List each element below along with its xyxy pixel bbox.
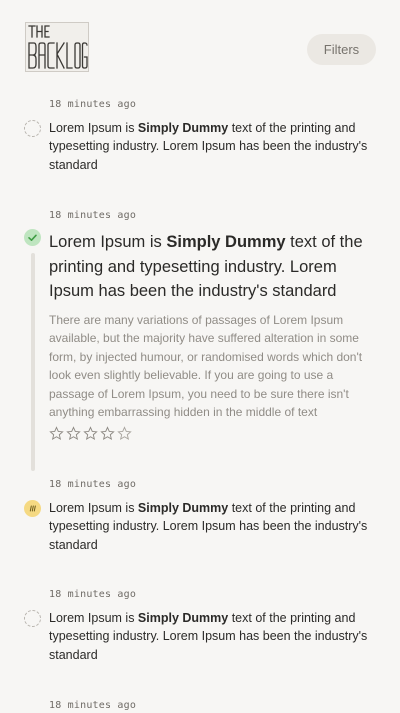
timestamp: 18 minutes ago	[49, 478, 137, 490]
star-outline-icon[interactable]	[66, 425, 81, 441]
progress-circle-icon[interactable]	[24, 499, 41, 517]
star-outline-icon[interactable]	[49, 425, 64, 441]
title-text: Lorem Ipsum is	[49, 121, 138, 135]
check-icon	[28, 234, 37, 242]
app-logo[interactable]	[25, 22, 89, 72]
timestamp: 18 minutes ago	[49, 210, 137, 222]
item-title: Lorem Ipsum is Simply Dummy text of the …	[49, 609, 376, 664]
detail-rail	[31, 253, 35, 472]
dashed-circle-icon[interactable]	[24, 120, 41, 137]
feed-item-expanded[interactable]: 18 minutes ago Lorem Ipsum is Simply Dum…	[0, 209, 400, 472]
progress-icon	[29, 505, 36, 512]
title-emphasis: Simply Dummy	[166, 233, 286, 252]
feed-item[interactable]: 18 minutes ago Lorem Ipsum is Simply Dum…	[0, 588, 400, 664]
title-emphasis: Simply Dummy	[137, 121, 229, 135]
filters-button[interactable]: Filters	[307, 34, 376, 65]
dashed-circle-icon[interactable]	[24, 609, 41, 627]
item-title: Lorem Ipsum is Simply Dummy text of the …	[49, 230, 376, 304]
title-text: Lorem Ipsum is	[49, 610, 138, 625]
title-text: Lorem Ipsum is	[49, 233, 167, 252]
logo-mark	[28, 25, 88, 69]
title-emphasis: Simply Dummy	[137, 610, 229, 625]
title-text: Lorem Ipsum is	[49, 500, 138, 515]
timestamp: 18 minutes ago	[49, 588, 137, 600]
item-title: Lorem Ipsum is Simply Dummy text of the …	[49, 119, 376, 174]
app-header: Filters	[0, 0, 400, 90]
timestamp: 18 minutes ago	[49, 99, 137, 110]
star-outline-icon[interactable]	[100, 425, 115, 441]
star-rating	[49, 425, 376, 442]
feed-item[interactable]: 18 minutes ago Lorem Ipsum is Simply Dum…	[0, 478, 400, 554]
item-title: Lorem Ipsum is Simply Dummy text of the …	[49, 499, 376, 554]
activity-feed: 18 minutes ago Lorem Ipsum is Simply Dum…	[0, 90, 400, 713]
feed-item[interactable]: 18 minutes ago Lorem Ipsum is Simply Dum…	[0, 90, 400, 174]
item-description: There are many variations of passages of…	[49, 312, 363, 420]
check-circle-icon[interactable]	[24, 229, 41, 247]
star-outline-icon[interactable]	[117, 425, 132, 441]
title-emphasis: Simply Dummy	[137, 500, 229, 515]
star-outline-icon[interactable]	[83, 425, 98, 441]
